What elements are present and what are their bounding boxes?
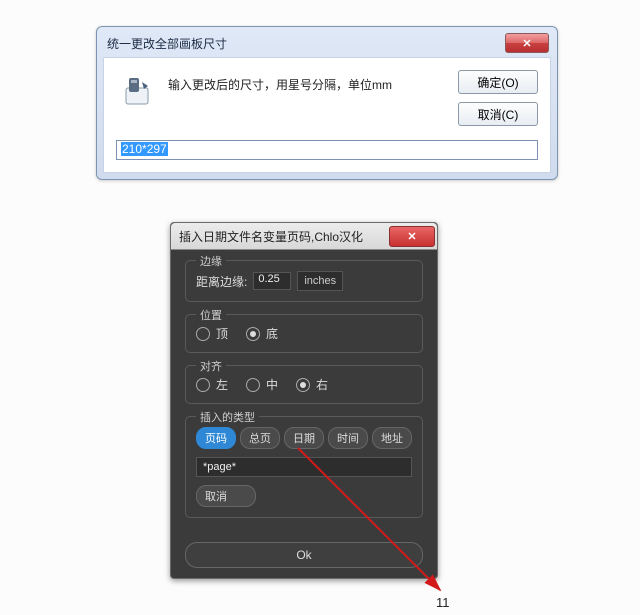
dialog2-body: 边缘 距离边缘: 0.25 inches 位置 顶 底 对齐 左 <box>171 250 437 536</box>
radio-position-bottom-label: 底 <box>266 325 278 342</box>
group-position: 位置 顶 底 <box>185 314 423 353</box>
radio-align-left-label: 左 <box>216 376 228 393</box>
group-align-legend: 对齐 <box>196 358 226 374</box>
type-pill-time[interactable]: 时间 <box>328 427 368 449</box>
dialog1-title: 统一更改全部画板尺寸 <box>107 35 505 52</box>
group-position-legend: 位置 <box>196 307 226 323</box>
type-pill-address[interactable]: 地址 <box>372 427 412 449</box>
dialog1-cancel-button[interactable]: 取消(C) <box>458 102 538 126</box>
page-number: 11 <box>436 595 450 610</box>
radio-position-bottom[interactable] <box>246 327 260 341</box>
dialog1-titlebar: 统一更改全部画板尺寸 ✕ <box>103 33 551 57</box>
group-insert-type-legend: 插入的类型 <box>196 409 259 425</box>
type-pill-page[interactable]: 页码 <box>196 427 236 449</box>
group-margin: 边缘 距离边缘: 0.25 inches <box>185 260 423 302</box>
dialog1-body: 输入更改后的尺寸，用星号分隔，单位mm 确定(O) 取消(C) 210*297 <box>103 57 551 173</box>
type-value-field[interactable]: *page* <box>196 457 412 477</box>
type-pill-row: 页码 总页 日期 时间 地址 文件名 <box>196 427 412 449</box>
close-icon: ✕ <box>522 37 531 50</box>
size-input[interactable]: 210*297 <box>116 140 538 160</box>
dialog2-title: 插入日期文件名变量页码,Chlo汉化 <box>179 228 389 245</box>
dialog1-close-button[interactable]: ✕ <box>505 33 549 53</box>
size-input-value: 210*297 <box>121 142 168 156</box>
dialog2-titlebar: 插入日期文件名变量页码,Chlo汉化 ✕ <box>171 223 437 250</box>
dialog1-ok-button[interactable]: 确定(O) <box>458 70 538 94</box>
script-icon <box>120 74 156 110</box>
margin-label: 距离边缘: <box>196 273 247 290</box>
align-radio-row: 左 中 右 <box>196 376 412 393</box>
type-pill-total[interactable]: 总页 <box>240 427 280 449</box>
close-icon: ✕ <box>407 230 416 243</box>
group-align: 对齐 左 中 右 <box>185 365 423 404</box>
radio-align-right-label: 右 <box>316 376 328 393</box>
radio-position-top-label: 顶 <box>216 325 228 342</box>
group-insert-type: 插入的类型 页码 总页 日期 时间 地址 文件名 *page* 取消 <box>185 416 423 518</box>
margin-unit-select[interactable]: inches <box>297 271 343 291</box>
radio-align-center-label: 中 <box>266 376 278 393</box>
group-margin-legend: 边缘 <box>196 253 226 269</box>
margin-value-input[interactable]: 0.25 <box>253 272 291 290</box>
radio-align-right[interactable] <box>296 378 310 392</box>
dialog1-message: 输入更改后的尺寸，用星号分隔，单位mm <box>168 70 438 93</box>
type-cancel-button[interactable]: 取消 <box>196 485 256 507</box>
radio-align-left[interactable] <box>196 378 210 392</box>
radio-align-center[interactable] <box>246 378 260 392</box>
position-radio-row: 顶 底 <box>196 325 412 342</box>
resize-artboards-dialog: 统一更改全部画板尺寸 ✕ 输入更改后的尺寸，用星号分隔，单位mm 确定(O) 取… <box>96 26 558 180</box>
dialog2-ok-button[interactable]: Ok <box>185 542 423 568</box>
type-pill-date[interactable]: 日期 <box>284 427 324 449</box>
dialog2-close-button[interactable]: ✕ <box>389 226 435 247</box>
radio-position-top[interactable] <box>196 327 210 341</box>
insert-pagecode-dialog: 插入日期文件名变量页码,Chlo汉化 ✕ 边缘 距离边缘: 0.25 inche… <box>170 222 438 579</box>
